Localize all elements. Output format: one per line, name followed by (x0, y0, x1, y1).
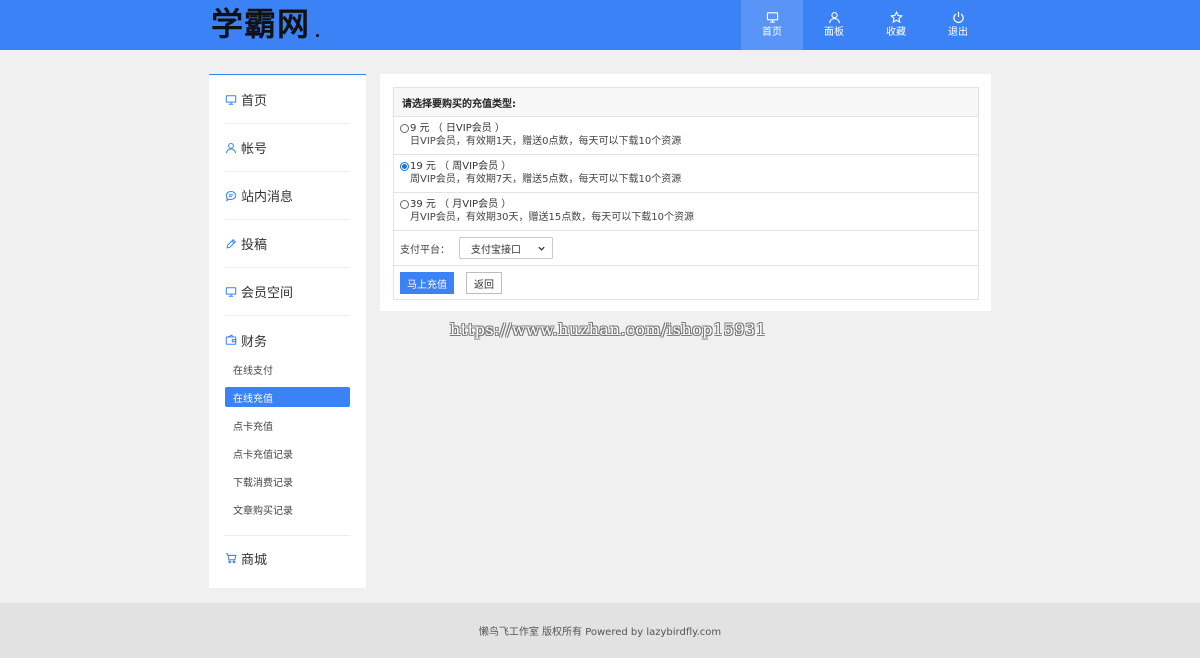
payment-select[interactable]: 支付宝接口 (459, 237, 553, 259)
user-icon (828, 12, 840, 24)
main-panel: 请选择要购买的充值类型: 9 元 （ 日VIP会员 ） 日VIP会员，有效期1天… (380, 74, 991, 311)
nav-favorites-label: 收藏 (886, 27, 906, 38)
star-icon (889, 11, 903, 24)
action-row: 马上充值 返回 (394, 266, 978, 300)
footer: 懒鸟飞工作室 版权所有 Powered by lazybirdfly.com (0, 603, 1200, 658)
option-title: 19 元 （ 周VIP会员 ） (410, 161, 512, 172)
sidebar-sub-online-payment[interactable]: 在线支付 (225, 359, 350, 379)
nav-home[interactable]: 首页 (741, 0, 803, 50)
top-nav: 首页 面板 收藏 退出 (741, 0, 989, 50)
sidebar-item-label: 商城 (241, 552, 268, 568)
sidebar-item-label: 投稿 (241, 238, 268, 253)
sidebar-item-account[interactable]: 帐号 (225, 124, 350, 172)
radio-week[interactable] (400, 162, 409, 171)
sidebar-item-label: 帐号 (241, 142, 268, 157)
recharge-option-day[interactable]: 9 元 （ 日VIP会员 ） 日VIP会员，有效期1天，赠送0点数，每天可以下载… (394, 117, 978, 155)
sidebar-item-label: 站内消息 (241, 190, 294, 205)
message-icon (225, 190, 237, 202)
option-title: 9 元 （ 日VIP会员 ） (410, 123, 505, 134)
cart-icon (225, 553, 237, 564)
watermark-text: https://www.huzhan.com/ishop15931 (450, 320, 767, 339)
option-desc: 周VIP会员，有效期7天，赠送5点数，每天可以下载10个资源 (410, 174, 682, 185)
nav-home-label: 首页 (762, 27, 782, 38)
recharge-option-week[interactable]: 19 元 （ 周VIP会员 ） 周VIP会员，有效期7天，赠送5点数，每天可以下… (394, 155, 978, 193)
recharge-option-month[interactable]: 39 元 （ 月VIP会员 ） 月VIP会员，有效期30天，赠送15点数，每天可… (394, 193, 978, 231)
payment-row: 支付平台： 支付宝接口 (394, 231, 978, 266)
recharge-heading: 请选择要购买的充值类型: (394, 88, 978, 117)
recharge-now-button[interactable]: 马上充值 (400, 272, 454, 294)
sidebar-sub-download-records[interactable]: 下载消费记录 (225, 471, 350, 491)
chevron-down-icon (538, 246, 545, 251)
nav-panel-label: 面板 (824, 27, 844, 38)
wallet-icon (225, 334, 237, 345)
monitor-icon (225, 94, 237, 105)
option-title: 39 元 （ 月VIP会员 ） (410, 199, 512, 210)
monitor-icon (225, 286, 237, 297)
sidebar-item-shop[interactable]: 商城 (225, 534, 350, 582)
sidebar-sub-card-recharge-records[interactable]: 点卡充值记录 (225, 443, 350, 463)
nav-panel[interactable]: 面板 (803, 0, 865, 50)
nav-logout-label: 退出 (948, 27, 968, 38)
top-navbar: 学霸网 首页 面板 收藏 退出 (0, 0, 1200, 50)
back-button[interactable]: 返回 (466, 272, 502, 294)
pen-icon (226, 238, 237, 248)
footer-copyright: 懒鸟飞工作室 版权所有 Powered by lazybirdfly.com (478, 627, 722, 638)
sidebar-sub-card-recharge[interactable]: 点卡充值 (225, 415, 350, 435)
sidebar-item-finance[interactable]: 财务 (225, 316, 350, 364)
payment-label: 支付平台： (400, 244, 450, 256)
radio-day[interactable] (400, 124, 409, 133)
option-desc: 月VIP会员，有效期30天，赠送15点数，每天可以下载10个资源 (410, 212, 694, 223)
nav-favorites[interactable]: 收藏 (865, 0, 927, 50)
sidebar-item-label: 会员空间 (241, 286, 294, 301)
sidebar-item-home[interactable]: 首页 (225, 76, 350, 124)
sidebar-item-label: 首页 (241, 94, 268, 109)
sidebar: 首页 帐号 站内消息 投稿 会员空间 财务 在线支付 在线充值 点卡充值 点卡充… (209, 74, 366, 588)
logo-dot (316, 34, 319, 37)
nav-logout[interactable]: 退出 (927, 0, 989, 50)
sidebar-item-member-space[interactable]: 会员空间 (225, 268, 350, 316)
power-icon (952, 11, 964, 24)
user-icon (226, 142, 236, 153)
recharge-form: 请选择要购买的充值类型: 9 元 （ 日VIP会员 ） 日VIP会员，有效期1天… (393, 87, 979, 300)
option-desc: 日VIP会员，有效期1天，赠送0点数，每天可以下载10个资源 (410, 136, 682, 147)
sidebar-sub-article-records[interactable]: 文章购买记录 (225, 499, 350, 519)
payment-select-value: 支付宝接口 (471, 244, 521, 256)
sidebar-item-label: 财务 (241, 334, 268, 350)
site-logo[interactable]: 学霸网 (211, 4, 310, 44)
radio-month[interactable] (400, 200, 409, 209)
sidebar-sub-online-recharge[interactable]: 在线充值 (225, 387, 350, 407)
sidebar-item-messages[interactable]: 站内消息 (225, 172, 350, 220)
monitor-icon (766, 12, 778, 23)
sidebar-item-submit[interactable]: 投稿 (225, 220, 350, 268)
